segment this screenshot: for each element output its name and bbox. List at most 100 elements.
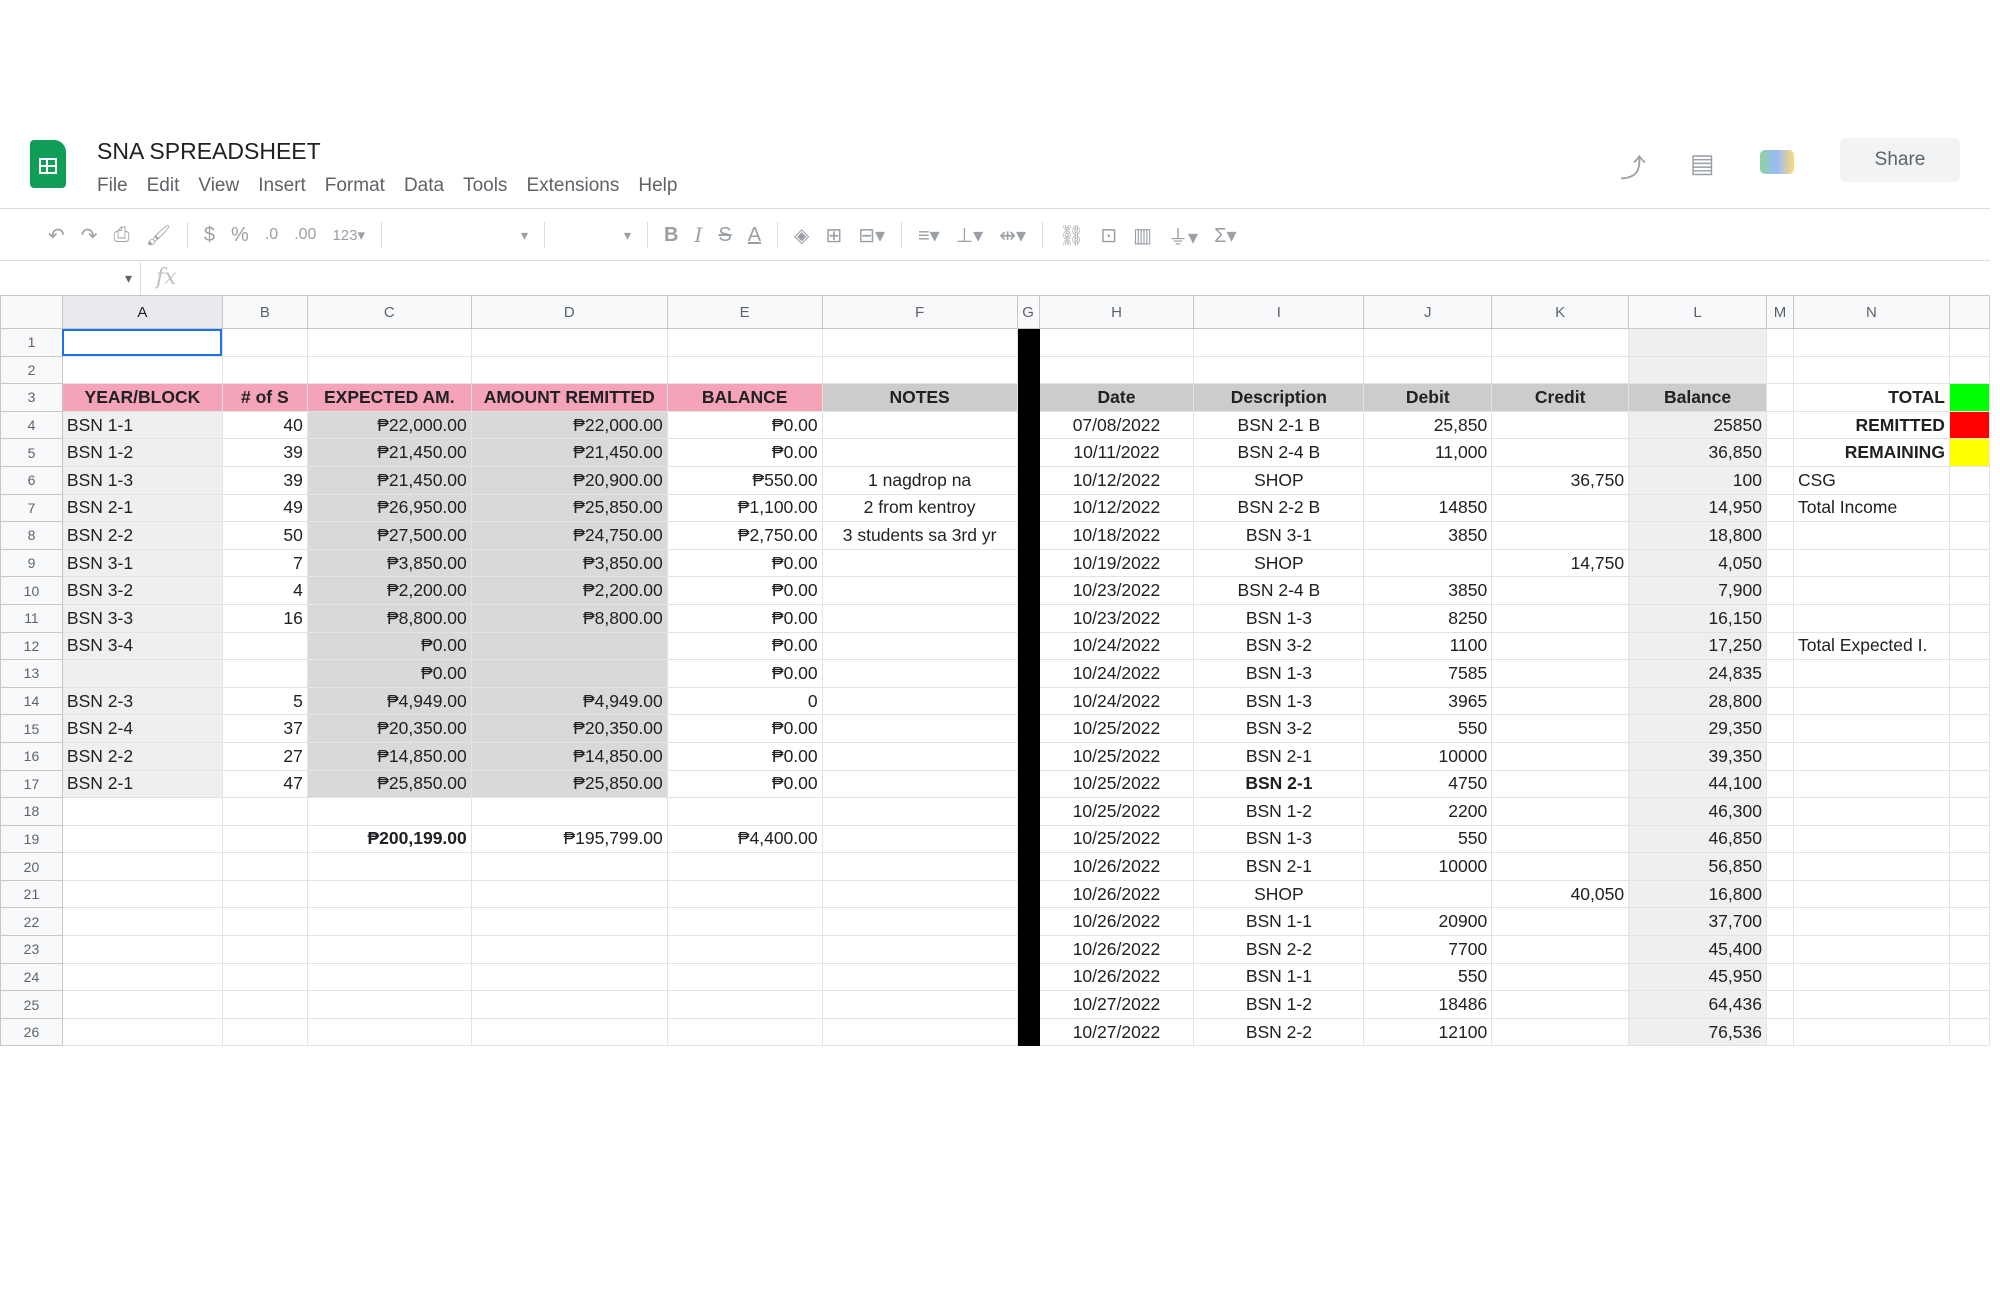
cell-b3[interactable]: # of S [221, 383, 308, 412]
cell-d14[interactable]: ₱4,949.00 [470, 686, 668, 716]
column-header-g[interactable]: G [1016, 295, 1040, 329]
cell-d18[interactable] [470, 797, 668, 826]
cell-m11[interactable] [1765, 603, 1794, 633]
cell-m17[interactable] [1765, 769, 1794, 799]
cell-h5[interactable]: 10/11/2022 [1038, 438, 1195, 467]
row-header[interactable]: 16 [0, 741, 63, 771]
cell-m13[interactable] [1765, 659, 1794, 688]
cell-d21[interactable] [470, 879, 668, 909]
cell-j24[interactable]: 550 [1363, 962, 1493, 992]
cell-m7[interactable] [1765, 493, 1794, 523]
cell-c1[interactable] [306, 328, 472, 357]
cell-g24[interactable] [1016, 962, 1040, 992]
cell-c6[interactable]: ₱21,450.00 [306, 465, 472, 495]
cell-k3[interactable]: Credit [1491, 383, 1630, 412]
cell-d10[interactable]: ₱2,200.00 [470, 576, 668, 605]
cell-c3[interactable]: EXPECTED AM. [306, 383, 472, 412]
column-header-a[interactable]: A [61, 295, 223, 329]
cell-f20[interactable] [821, 852, 1018, 881]
cell-o13[interactable] [1948, 659, 1991, 688]
cell-e3[interactable]: BALANCE [666, 383, 823, 412]
filter-icon[interactable]: ⏚▾ [1168, 221, 1198, 250]
cell-k6[interactable]: 36,750 [1491, 465, 1630, 495]
menu-tools[interactable]: Tools [463, 175, 507, 197]
cell-d17[interactable]: ₱25,850.00 [470, 769, 668, 799]
cell-e23[interactable] [666, 935, 823, 964]
horizontal-align-icon[interactable]: ≡▾ [918, 223, 940, 248]
cell-n16[interactable] [1792, 741, 1950, 771]
cell-n6[interactable]: CSG [1792, 465, 1950, 495]
cell-n11[interactable] [1792, 603, 1950, 633]
cell-l1[interactable] [1628, 328, 1767, 357]
cell-n25[interactable] [1792, 990, 1950, 1019]
cell-c23[interactable] [306, 935, 472, 964]
cell-o12[interactable] [1948, 631, 1991, 661]
menu-insert[interactable]: Insert [258, 175, 306, 197]
menu-data[interactable]: Data [404, 175, 444, 197]
cell-b21[interactable] [221, 879, 308, 909]
cell-o11[interactable] [1948, 603, 1991, 633]
menu-edit[interactable]: Edit [147, 175, 180, 197]
cell-o18[interactable] [1948, 797, 1991, 826]
cell-o17[interactable] [1948, 769, 1991, 799]
cell-c2[interactable] [306, 355, 472, 385]
cell-f5[interactable] [821, 438, 1018, 467]
cell-n3[interactable]: TOTAL [1792, 383, 1950, 412]
cell-a16[interactable]: BSN 2-2 [61, 741, 223, 771]
cell-f6[interactable]: 1 nagdrop na [821, 465, 1018, 495]
cell-a11[interactable]: BSN 3-3 [61, 603, 223, 633]
cell-d26[interactable] [470, 1017, 668, 1047]
select-all-corner[interactable] [0, 295, 63, 329]
cell-f26[interactable] [821, 1017, 1018, 1047]
cell-f13[interactable] [821, 659, 1018, 688]
row-header[interactable]: 13 [0, 659, 63, 688]
cell-k12[interactable] [1491, 631, 1630, 661]
cell-j20[interactable]: 10000 [1363, 852, 1493, 881]
cell-a10[interactable]: BSN 3-2 [61, 576, 223, 605]
cell-l4[interactable]: 25850 [1628, 410, 1767, 440]
cell-f25[interactable] [821, 990, 1018, 1019]
cell-e24[interactable] [666, 962, 823, 992]
cell-d3[interactable]: AMOUNT REMITTED [470, 383, 668, 412]
cell-h26[interactable]: 10/27/2022 [1038, 1017, 1195, 1047]
cell-e19[interactable]: ₱4,400.00 [666, 824, 823, 854]
cell-o24[interactable] [1948, 962, 1991, 992]
cell-n20[interactable] [1792, 852, 1950, 881]
row-header[interactable]: 23 [0, 935, 63, 964]
cell-f12[interactable] [821, 631, 1018, 661]
font-size-select[interactable]: ▾ [561, 222, 631, 248]
cell-k25[interactable] [1491, 990, 1630, 1019]
cell-d5[interactable]: ₱21,450.00 [470, 438, 668, 467]
cell-g15[interactable] [1016, 714, 1040, 743]
cell-b13[interactable] [221, 659, 308, 688]
print-icon[interactable]: ⎙ [114, 224, 130, 247]
cell-o3[interactable] [1948, 383, 1991, 412]
merge-cells-icon[interactable]: ⊟▾ [858, 223, 885, 248]
cell-n24[interactable] [1792, 962, 1950, 992]
cell-k24[interactable] [1491, 962, 1630, 992]
cell-d22[interactable] [470, 907, 668, 937]
cell-l25[interactable]: 64,436 [1628, 990, 1767, 1019]
cell-l20[interactable]: 56,850 [1628, 852, 1767, 881]
vertical-align-icon[interactable]: ⊥▾ [956, 223, 983, 248]
cell-c18[interactable] [306, 797, 472, 826]
cell-c26[interactable] [306, 1017, 472, 1047]
cell-f8[interactable]: 3 students sa 3rd yr [821, 521, 1018, 550]
cell-d12[interactable] [470, 631, 668, 661]
cell-l26[interactable]: 76,536 [1628, 1017, 1767, 1047]
cell-g21[interactable] [1016, 879, 1040, 909]
column-header-j[interactable]: J [1363, 295, 1493, 329]
cell-h23[interactable]: 10/26/2022 [1038, 935, 1195, 964]
cell-f14[interactable] [821, 686, 1018, 716]
cell-o10[interactable] [1948, 576, 1991, 605]
cell-d7[interactable]: ₱25,850.00 [470, 493, 668, 523]
cell-g14[interactable] [1016, 686, 1040, 716]
cell-g16[interactable] [1016, 741, 1040, 771]
cell-h11[interactable]: 10/23/2022 [1038, 603, 1195, 633]
cell-m10[interactable] [1765, 576, 1794, 605]
fill-color-icon[interactable]: ◈ [794, 223, 809, 248]
cell-f2[interactable] [821, 355, 1018, 385]
cell-j10[interactable]: 3850 [1363, 576, 1493, 605]
functions-icon[interactable]: Σ▾ [1214, 223, 1236, 248]
row-header[interactable]: 3 [0, 383, 63, 412]
